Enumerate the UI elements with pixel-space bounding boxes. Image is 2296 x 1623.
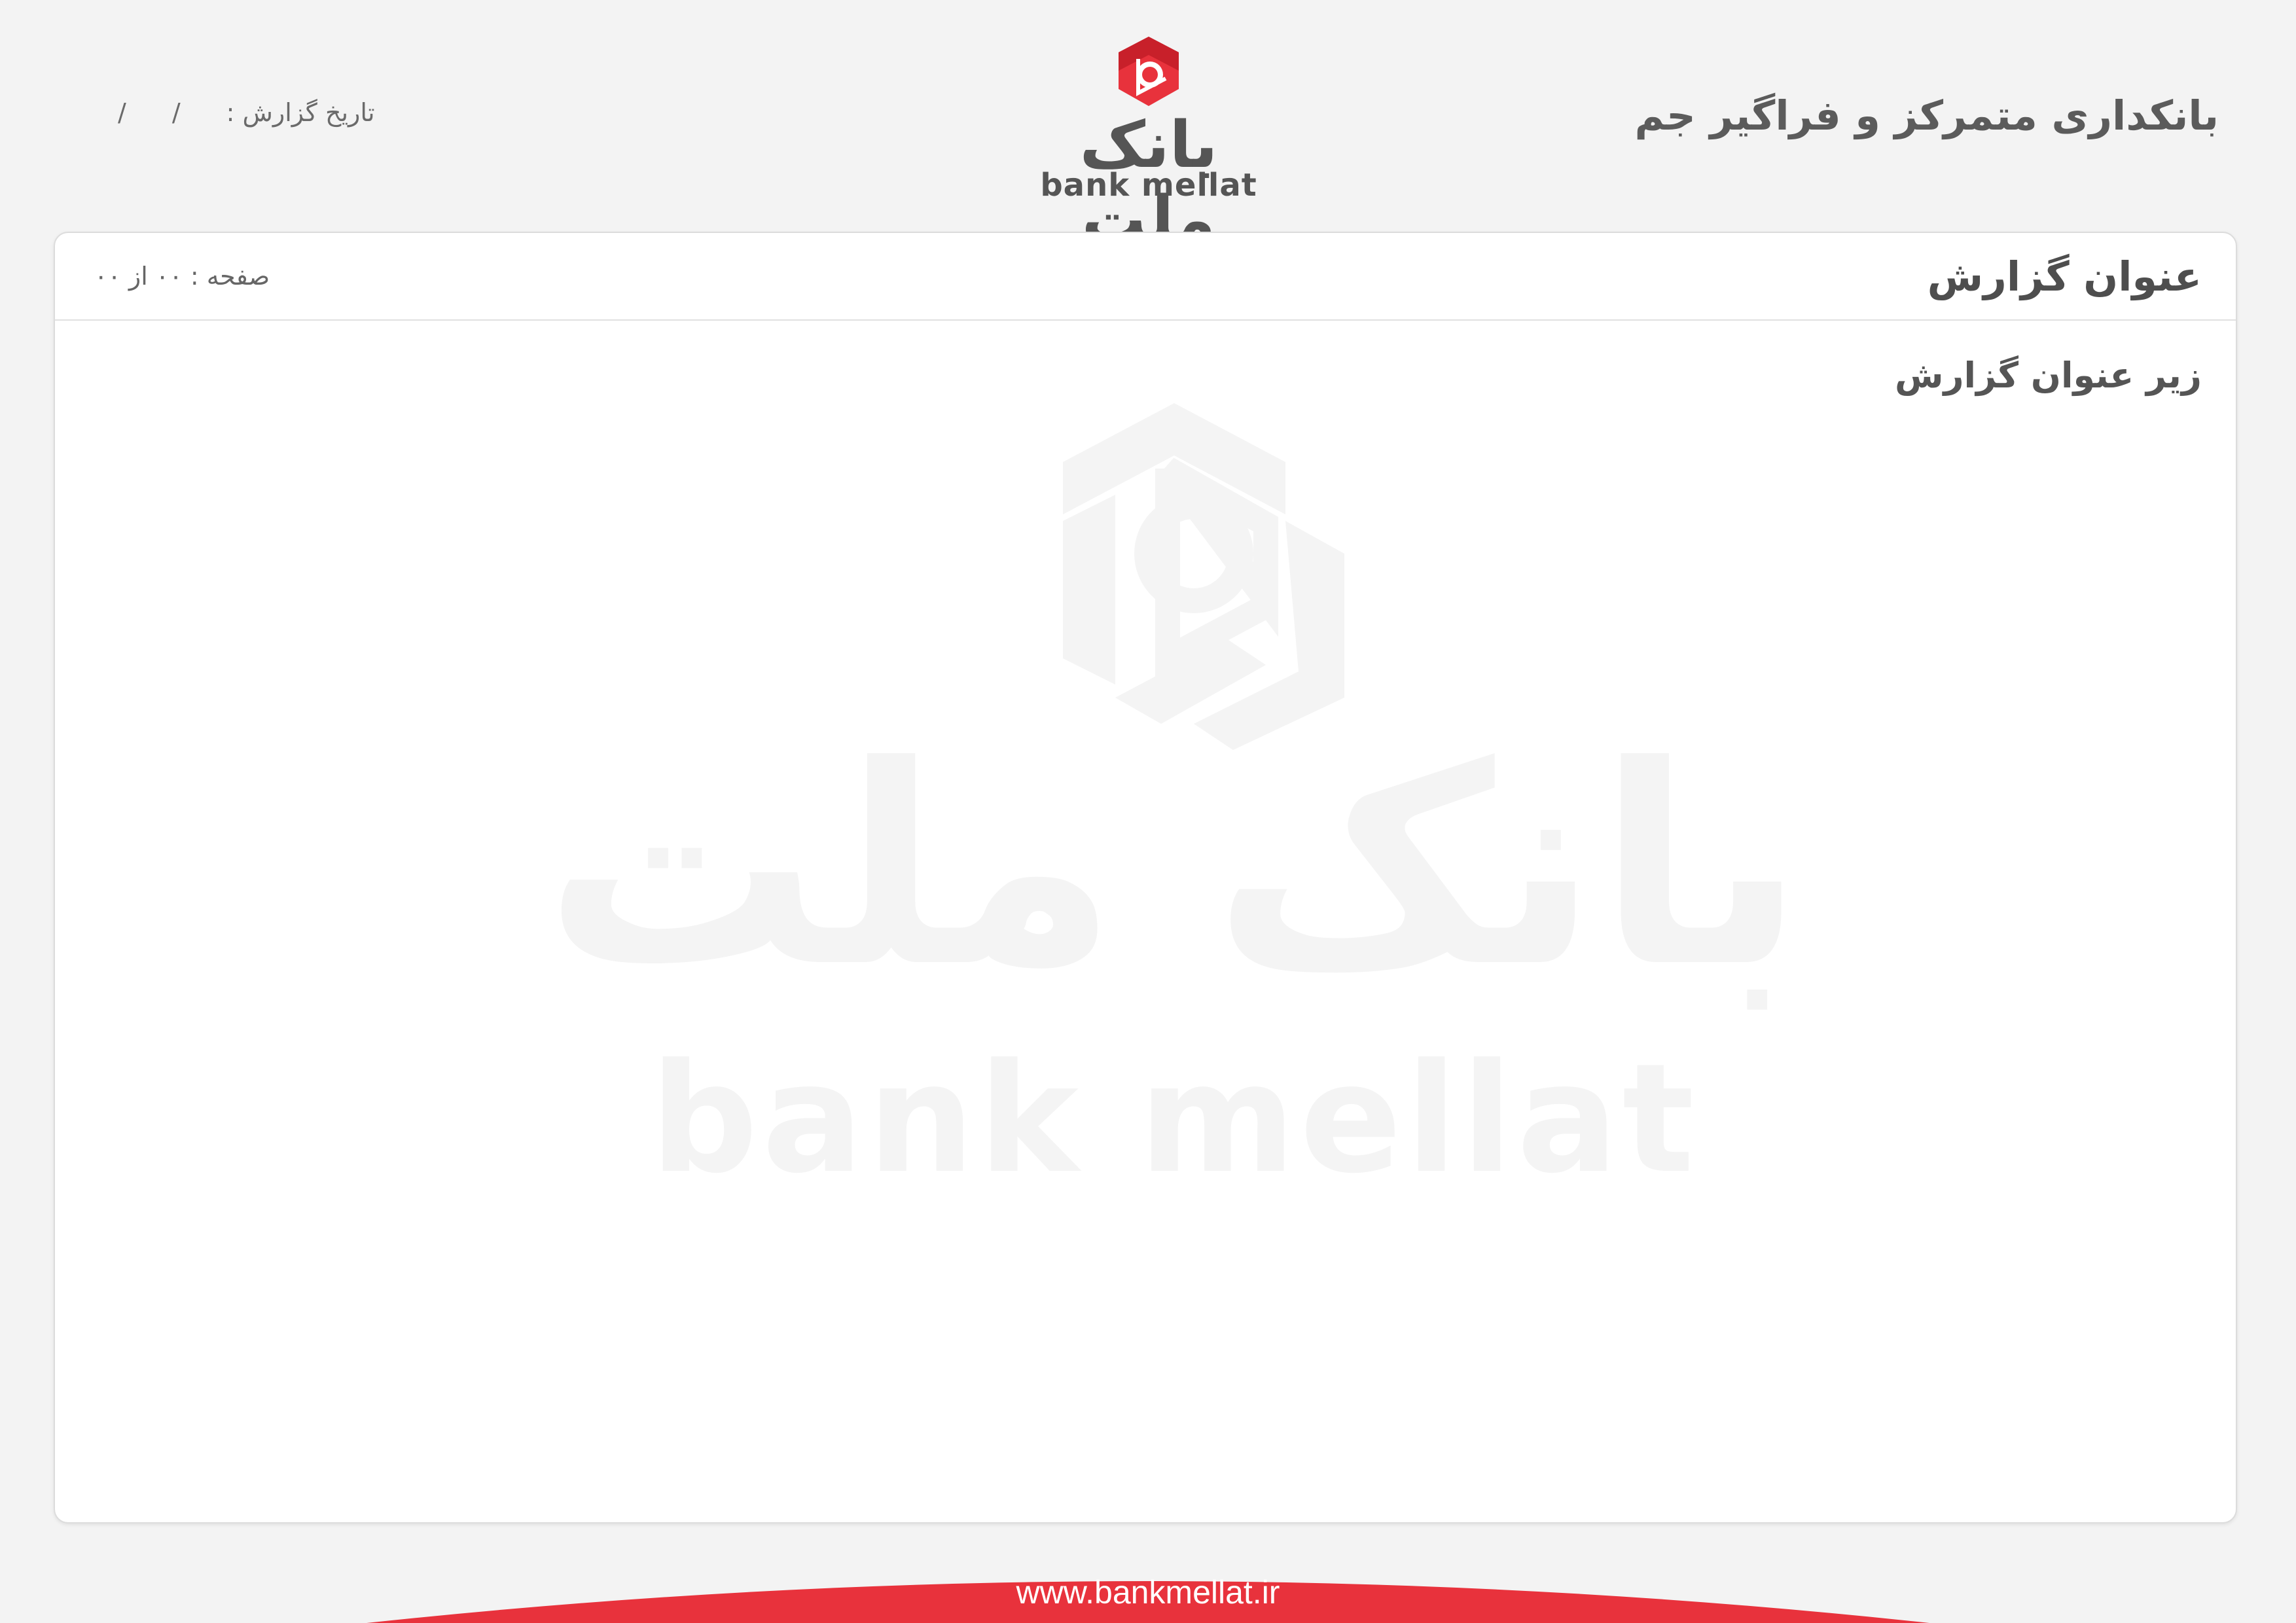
bank-mellat-emblem-icon [1119, 37, 1179, 106]
date-separator: / [171, 98, 181, 127]
page-number: صفحه : ۰۰ از ۰۰ [94, 262, 270, 291]
watermark-english-text: bank mellat [650, 1032, 1698, 1207]
report-date: تاریخ گزارش : / / [118, 98, 375, 127]
system-title: بانکداری متمرکز و فراگیر جم [1634, 92, 2219, 139]
date-separator: / [118, 98, 126, 127]
watermark-persian-text: بانک ملت [544, 707, 1810, 1027]
footer-website-link[interactable]: www.bankmellat.ir [0, 1573, 2296, 1611]
bank-mellat-watermark-icon [1063, 403, 1344, 750]
bank-mellat-logo: بانک ملت bank mellat [1011, 33, 1286, 257]
logo-english-text: bank mellat [1040, 167, 1257, 204]
report-title: عنوان گزارش [1927, 253, 2202, 300]
report-card-header: عنوان گزارش صفحه : ۰۰ از ۰۰ [55, 233, 2236, 321]
watermark: بانک ملت bank mellat [500, 390, 1848, 1306]
report-date-label: تاریخ گزارش : [226, 98, 375, 127]
report-subtitle: زیر عنوان گزارش [1894, 355, 2202, 396]
report-card: عنوان گزارش صفحه : ۰۰ از ۰۰ زیر عنوان گز… [54, 232, 2237, 1524]
